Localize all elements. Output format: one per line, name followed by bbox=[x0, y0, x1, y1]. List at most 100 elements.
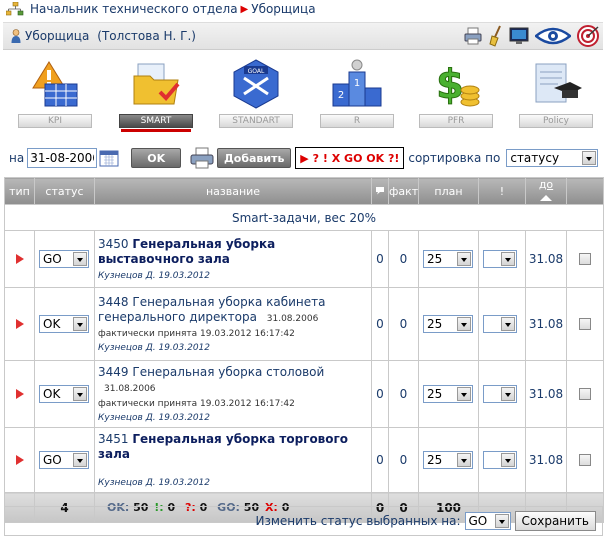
breadcrumb-parent[interactable]: Начальник технического отдела bbox=[30, 2, 238, 16]
chevron-down-icon bbox=[457, 387, 471, 401]
expand-arrow-icon[interactable] bbox=[15, 455, 24, 465]
toolbar-icons bbox=[463, 25, 599, 47]
save-button[interactable]: Сохранить bbox=[514, 511, 596, 531]
module-policy[interactable]: Policy bbox=[519, 56, 593, 132]
row-checkbox[interactable] bbox=[579, 318, 591, 330]
eye-icon[interactable] bbox=[535, 26, 571, 46]
svg-text:GOAL: GOAL bbox=[248, 68, 265, 75]
chevron-down-icon bbox=[73, 453, 87, 467]
table-header: тип статус название факт план ! до bbox=[4, 177, 604, 205]
task-due: 31.08 bbox=[525, 287, 567, 361]
col-plan[interactable]: план bbox=[418, 177, 479, 205]
date-input[interactable] bbox=[27, 148, 98, 168]
status-select[interactable]: OK bbox=[39, 315, 89, 333]
task-title[interactable]: Генеральная уборка торгового зала bbox=[98, 432, 348, 461]
user-icon bbox=[11, 29, 21, 43]
r-podium-icon: 2 1 bbox=[332, 59, 382, 107]
row-checkbox[interactable] bbox=[579, 253, 591, 265]
tasks-table: тип статус название факт план ! до Smart… bbox=[4, 177, 604, 523]
chevron-down-icon bbox=[501, 387, 515, 401]
row-checkbox[interactable] bbox=[579, 454, 591, 466]
status-select[interactable]: GO bbox=[39, 451, 89, 469]
task-fact: 0 bbox=[388, 230, 419, 288]
row-checkbox[interactable] bbox=[579, 388, 591, 400]
sort-label: сортировка по bbox=[408, 151, 501, 165]
task-author: Кузнецов Д. 19.03.2012 bbox=[98, 343, 211, 353]
status-filter-button[interactable]: ▶ ? ! X GO OK ?! bbox=[295, 147, 405, 169]
task-id: 3451 bbox=[98, 432, 129, 446]
task-id: 3450 bbox=[98, 237, 129, 251]
plan-select-value: 25 bbox=[427, 252, 443, 266]
col-status[interactable]: статус bbox=[34, 177, 95, 205]
col-excl[interactable]: ! bbox=[478, 177, 526, 205]
priority-select[interactable] bbox=[483, 315, 517, 333]
plan-select[interactable]: 25 bbox=[423, 250, 473, 268]
sort-select[interactable]: статусу bbox=[506, 149, 599, 167]
task-comments[interactable]: 0 bbox=[371, 360, 389, 428]
module-kpi[interactable]: KPI bbox=[18, 56, 92, 132]
task-comments[interactable]: 0 bbox=[371, 230, 389, 288]
task-author: Кузнецов Д. 19.03.2012 bbox=[98, 413, 211, 423]
priority-select[interactable] bbox=[483, 385, 517, 403]
plan-select[interactable]: 25 bbox=[423, 315, 473, 333]
broom-icon[interactable] bbox=[489, 25, 503, 47]
sort-select-value: статусу bbox=[510, 151, 560, 165]
comment-bubble-icon bbox=[376, 186, 384, 194]
col-due[interactable]: до bbox=[525, 177, 567, 205]
status-select[interactable]: GO bbox=[39, 250, 89, 268]
expand-arrow-icon[interactable] bbox=[15, 389, 24, 399]
task-date: 31.08.2006 bbox=[266, 314, 319, 324]
date-label: на bbox=[9, 151, 25, 165]
status-select[interactable]: OK bbox=[39, 385, 89, 403]
task-fact: 0 bbox=[388, 427, 419, 493]
monitor-icon[interactable] bbox=[509, 27, 529, 45]
target-icon[interactable] bbox=[577, 25, 599, 47]
user-role: Уборщица bbox=[25, 29, 90, 43]
add-button[interactable]: Добавить bbox=[217, 148, 292, 168]
kpi-warning-table-icon bbox=[32, 61, 78, 107]
active-module-indicator bbox=[121, 129, 191, 132]
printer-icon[interactable] bbox=[463, 26, 483, 46]
col-type[interactable]: тип bbox=[4, 177, 35, 205]
task-comments[interactable]: 0 bbox=[371, 427, 389, 493]
col-comments[interactable] bbox=[371, 177, 389, 205]
expand-arrow-icon[interactable] bbox=[15, 254, 24, 264]
priority-select[interactable] bbox=[483, 451, 517, 469]
module-standart-label: STANDART bbox=[219, 114, 293, 128]
bulk-action-bar: Изменить статус выбранных на: GO Сохрани… bbox=[4, 506, 603, 536]
plan-select-value: 25 bbox=[427, 387, 443, 401]
col-name[interactable]: название bbox=[94, 177, 372, 205]
module-smart[interactable]: SMART bbox=[119, 56, 193, 132]
task-title[interactable]: Генеральная уборка столовой bbox=[132, 365, 324, 379]
print-icon[interactable] bbox=[189, 146, 215, 170]
standart-goal-badge-icon: GOAL bbox=[233, 59, 279, 109]
col-fact[interactable]: факт bbox=[388, 177, 419, 205]
task-accepted: фактически принята 19.03.2012 16:17:42 bbox=[98, 329, 295, 339]
plan-select[interactable]: 25 bbox=[423, 385, 473, 403]
priority-select[interactable] bbox=[483, 250, 517, 268]
status-filter-label: ? ! X GO OK ?! bbox=[312, 151, 400, 165]
bulk-status-select[interactable]: GO bbox=[464, 512, 511, 530]
sort-asc-icon bbox=[540, 195, 552, 201]
chevron-down-icon bbox=[501, 252, 515, 266]
chevron-down-icon bbox=[457, 252, 471, 266]
expand-arrow-icon[interactable] bbox=[15, 319, 24, 329]
calendar-icon[interactable] bbox=[99, 149, 119, 167]
task-id: 3449 bbox=[98, 365, 129, 379]
plan-select[interactable]: 25 bbox=[423, 451, 473, 469]
chevron-down-icon bbox=[501, 317, 515, 331]
svg-text:1: 1 bbox=[354, 78, 360, 89]
svg-text:2: 2 bbox=[338, 90, 344, 101]
module-pfr-label: PFR bbox=[419, 114, 493, 128]
module-pfr[interactable]: $ PFR bbox=[419, 56, 493, 132]
bulk-status-value: GO bbox=[468, 514, 488, 528]
chevron-down-icon bbox=[457, 317, 471, 331]
task-comments[interactable]: 0 bbox=[371, 287, 389, 361]
plan-select-value: 25 bbox=[427, 317, 443, 331]
table-row: OK 3449 Генеральная уборка столовой 31.0… bbox=[4, 360, 604, 428]
ok-button[interactable]: OK bbox=[131, 148, 182, 168]
task-author: Кузнецов Д. 19.03.2012 bbox=[98, 271, 211, 281]
module-r[interactable]: 2 1 R bbox=[320, 56, 394, 132]
breadcrumb-arrow-icon: ▶ bbox=[240, 3, 249, 15]
module-standart[interactable]: GOAL STANDART bbox=[219, 56, 293, 132]
